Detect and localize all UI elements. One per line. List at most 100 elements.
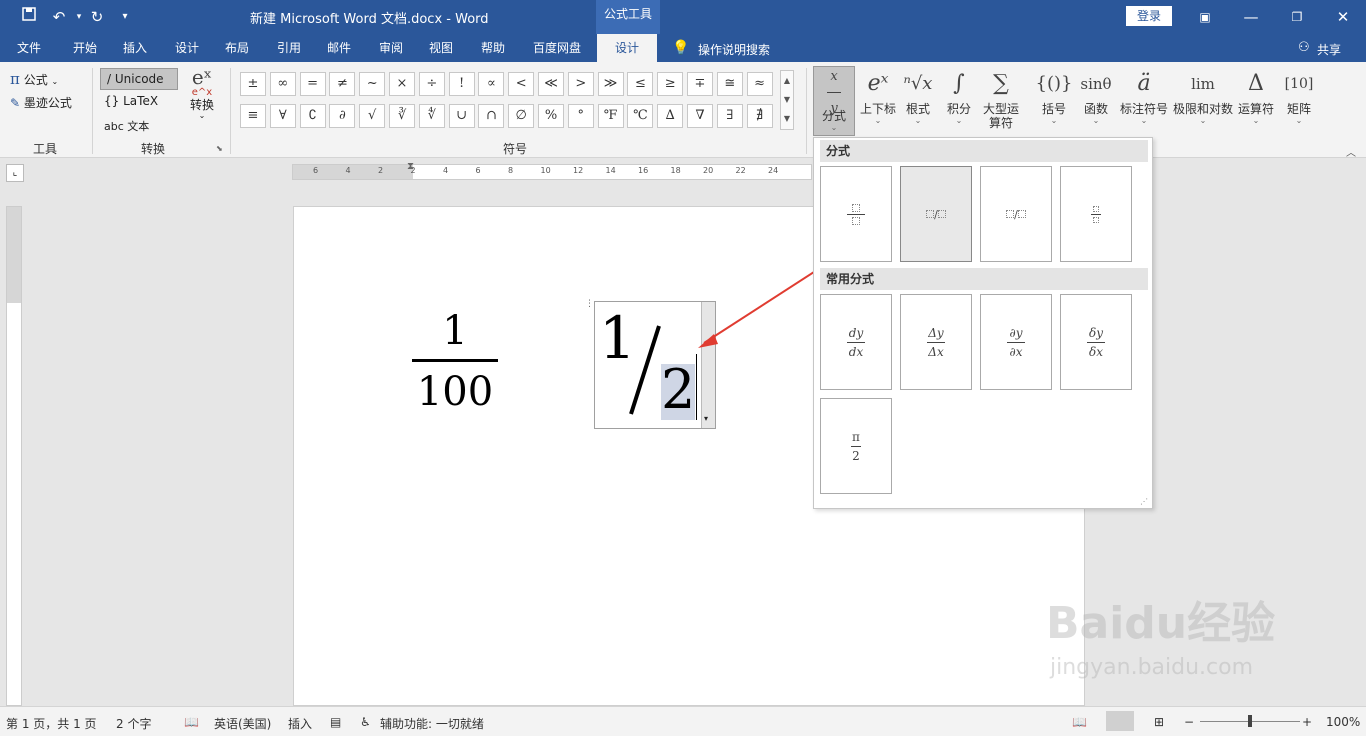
indent-marker-icon[interactable]: ⧗ <box>407 161 414 172</box>
common-fraction-small-delta[interactable]: δy δx <box>1060 294 1132 390</box>
common-fraction-pi-over-2[interactable]: π2 <box>820 398 892 494</box>
tab-review[interactable]: 审阅 <box>368 34 414 62</box>
accessibility-status[interactable]: 辅助功能: 一切就绪 <box>380 715 484 732</box>
symbol-button[interactable]: ≤ <box>627 72 654 96</box>
close-icon[interactable]: ✕ <box>1332 6 1354 28</box>
symbol-button[interactable]: = <box>299 72 326 96</box>
equation-stacked-fraction[interactable]: 1 100 <box>412 307 498 416</box>
function-button[interactable]: sinθ 函数 ⌄ <box>1076 66 1116 126</box>
common-fraction-partial[interactable]: ∂y ∂x <box>980 294 1052 390</box>
zoom-out-icon[interactable]: − <box>1184 715 1194 729</box>
symbol-button[interactable]: ± <box>240 72 266 96</box>
radical-button[interactable]: ⁿ√x 根式 ⌄ <box>900 66 936 126</box>
large-operator-button[interactable]: ∑ 大型运算符 <box>980 66 1022 130</box>
symbol-button[interactable]: × <box>389 72 415 96</box>
operator-button[interactable]: Δ 运算符 ⌄ <box>1236 66 1276 126</box>
tab-equation-design[interactable]: 设计 <box>597 34 657 62</box>
read-mode-icon[interactable]: 📖 <box>1072 715 1087 729</box>
undo-icon[interactable]: ↶ <box>48 6 70 28</box>
tab-selector-icon[interactable]: ⌞ <box>6 164 24 182</box>
vertical-ruler[interactable] <box>6 206 22 706</box>
symbol-button[interactable]: ≪ <box>538 72 564 96</box>
symbol-button[interactable]: ≡ <box>240 104 266 128</box>
tab-baidu-netdisk[interactable]: 百度网盘 <box>524 34 590 62</box>
zoom-level[interactable]: 100% <box>1326 715 1360 729</box>
symbol-button[interactable]: ≅ <box>716 72 743 96</box>
print-layout-icon[interactable] <box>1106 711 1134 731</box>
script-button[interactable]: eˣ 上下标 ⌄ <box>858 66 898 126</box>
symbol-button[interactable]: ≥ <box>657 72 684 96</box>
symbol-button[interactable]: ° <box>567 104 594 128</box>
symbol-button[interactable]: ! <box>448 72 475 96</box>
word-count[interactable]: 2 个字 <box>116 715 151 732</box>
accessibility-icon[interactable]: ♿ <box>360 715 371 729</box>
web-layout-icon[interactable]: ⊞ <box>1154 715 1164 729</box>
text-button[interactable]: abc 文本 <box>104 118 149 134</box>
latex-button[interactable]: {} LaTeX <box>104 94 158 108</box>
symbol-button[interactable]: ℉ <box>597 104 624 128</box>
matrix-button[interactable]: [10] 矩阵 ⌄ <box>1280 66 1318 126</box>
tab-references[interactable]: 引用 <box>266 34 312 62</box>
convert-button[interactable]: eˣ e^x 转换 ⌄ <box>184 66 220 120</box>
dialog-launcher-icon[interactable]: ⬊ <box>216 144 223 153</box>
symbols-scroll[interactable]: ▲ ▼ ▼ <box>780 70 794 130</box>
unicode-button[interactable]: / Unicode <box>100 68 178 90</box>
symbol-button[interactable]: ∆ <box>657 104 684 128</box>
tab-help[interactable]: 帮助 <box>470 34 516 62</box>
common-fraction-dy-dx[interactable]: dy dx <box>820 294 892 390</box>
symbol-button[interactable]: ≫ <box>597 72 624 96</box>
symbol-button[interactable]: ∓ <box>687 72 713 96</box>
resize-grip-icon[interactable]: ⋰ <box>1140 497 1148 506</box>
tell-me-search[interactable]: 操作说明搜索 <box>698 41 770 58</box>
symbol-button[interactable]: ∪ <box>448 104 475 128</box>
customize-qat-icon[interactable]: ▾ <box>114 6 136 28</box>
ribbon-display-icon[interactable]: ▣ <box>1194 6 1216 28</box>
symbol-button[interactable]: ∛ <box>389 104 415 128</box>
symbol-button[interactable]: ≈ <box>746 72 773 96</box>
fraction-button[interactable]: xy 分式 ⌄ <box>813 66 855 136</box>
symbol-button[interactable]: ∃ <box>716 104 743 128</box>
symbol-button[interactable]: ∩ <box>478 104 505 128</box>
linear-fraction-tile[interactable]: / <box>980 166 1052 262</box>
symbol-button[interactable]: ≠ <box>329 72 356 96</box>
equation-handle-icon[interactable]: ⋮ <box>585 300 595 316</box>
tab-view[interactable]: 视图 <box>418 34 464 62</box>
proofing-icon[interactable]: 📖 <box>184 715 199 729</box>
symbol-button[interactable]: ∜ <box>418 104 445 128</box>
redo-icon[interactable]: ↻ <box>86 6 108 28</box>
insert-mode[interactable]: 插入 <box>288 715 312 732</box>
symbol-button[interactable]: > <box>567 72 594 96</box>
restore-icon[interactable]: ❐ <box>1286 6 1308 28</box>
symbol-button[interactable]: ∄ <box>746 104 773 128</box>
symbol-button[interactable]: < <box>508 72 535 96</box>
symbol-button[interactable]: ℃ <box>627 104 654 128</box>
horizontal-ruler[interactable]: 6 4 2 2 4 6 8 10 12 14 16 18 20 22 24 ⧗ <box>292 161 812 180</box>
zoom-in-icon[interactable]: + <box>1302 715 1312 729</box>
stacked-fraction-tile[interactable] <box>820 166 892 262</box>
symbol-button[interactable]: ∂ <box>329 104 356 128</box>
minimize-icon[interactable]: — <box>1240 6 1262 28</box>
integral-button[interactable]: ∫ 积分 ⌄ <box>940 66 978 126</box>
symbol-button[interactable]: ~ <box>359 72 386 96</box>
tab-layout[interactable]: 布局 <box>214 34 260 62</box>
symbol-button[interactable]: ∞ <box>269 72 296 96</box>
symbol-button[interactable]: % <box>538 104 564 128</box>
tab-design[interactable]: 设计 <box>164 34 210 62</box>
login-button[interactable]: 登录 <box>1126 6 1172 26</box>
tab-home[interactable]: 开始 <box>60 34 110 62</box>
symbol-button[interactable]: ∅ <box>508 104 535 128</box>
share-button[interactable]: 共享 <box>1317 41 1341 58</box>
symbol-button[interactable]: √ <box>359 104 386 128</box>
tab-mailings[interactable]: 邮件 <box>316 34 362 62</box>
ink-equation-button[interactable]: ✎ 墨迹公式 <box>10 94 72 111</box>
tab-insert[interactable]: 插入 <box>112 34 158 62</box>
skewed-fraction-tile[interactable]: / <box>900 166 972 262</box>
page-count[interactable]: 第 1 页，共 1 页 <box>6 715 97 732</box>
save-icon[interactable] <box>18 6 40 28</box>
equation-options-icon[interactable]: ▾ <box>704 414 708 423</box>
zoom-slider-thumb[interactable] <box>1248 715 1252 727</box>
macro-icon[interactable]: ▤ <box>330 715 341 729</box>
bracket-button[interactable]: {()} 括号 ⌄ <box>1034 66 1074 126</box>
symbol-button[interactable]: ∀ <box>269 104 296 128</box>
symbol-button[interactable]: ∇ <box>687 104 713 128</box>
